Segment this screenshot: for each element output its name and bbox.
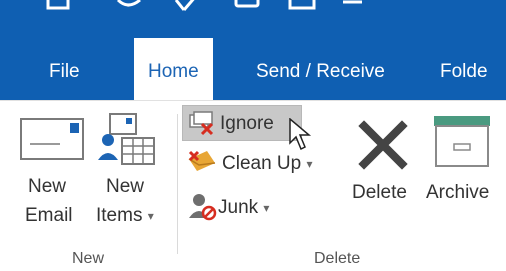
delete-label: Delete xyxy=(352,182,407,203)
new-items-button[interactable]: New Items ▾ xyxy=(92,112,168,240)
ribbon-tab-bar: File Home Send / Receive Folde xyxy=(0,38,506,100)
new-items-caret-icon[interactable]: ▾ xyxy=(148,209,154,223)
delete-x-icon xyxy=(358,120,408,170)
new-email-button[interactable]: New Email xyxy=(18,112,88,240)
clean-up-label: Clean Up ▾ xyxy=(222,153,313,174)
clean-up-button[interactable]: Clean Up ▾ xyxy=(184,146,344,180)
archive-label: Archive xyxy=(426,182,490,203)
group-separator xyxy=(177,114,178,254)
junk-label: Junk ▾ xyxy=(218,197,270,218)
title-bar xyxy=(0,0,506,38)
junk-button[interactable]: Junk ▾ xyxy=(184,189,304,223)
new-items-label-line1: New xyxy=(106,176,145,197)
new-items-label-line2: Items ▾ xyxy=(96,205,154,226)
group-label-delete: Delete xyxy=(314,250,361,267)
new-email-label-line2: Email xyxy=(25,205,73,226)
archive-button[interactable]: Archive xyxy=(426,112,506,212)
tab-folder[interactable]: Folde xyxy=(440,38,488,100)
new-items-icon xyxy=(98,113,155,165)
junk-icon xyxy=(189,194,217,221)
clean-up-icon xyxy=(188,150,216,171)
tab-home[interactable]: Home xyxy=(134,38,213,100)
delete-button[interactable]: Delete xyxy=(346,112,426,212)
ignore-label: Ignore xyxy=(220,113,274,134)
clean-up-caret-icon[interactable]: ▾ xyxy=(307,157,313,171)
archive-icon xyxy=(434,116,490,167)
ignore-button[interactable]: Ignore xyxy=(184,106,302,140)
tab-file[interactable]: File xyxy=(49,38,80,100)
quick-access-icons xyxy=(46,0,362,11)
tab-send-receive[interactable]: Send / Receive xyxy=(256,38,385,100)
junk-caret-icon[interactable]: ▾ xyxy=(263,201,269,215)
new-email-label-line1: New xyxy=(28,176,67,197)
group-label-new: New xyxy=(72,250,105,267)
ignore-icon xyxy=(189,111,214,136)
envelope-icon xyxy=(20,118,84,160)
